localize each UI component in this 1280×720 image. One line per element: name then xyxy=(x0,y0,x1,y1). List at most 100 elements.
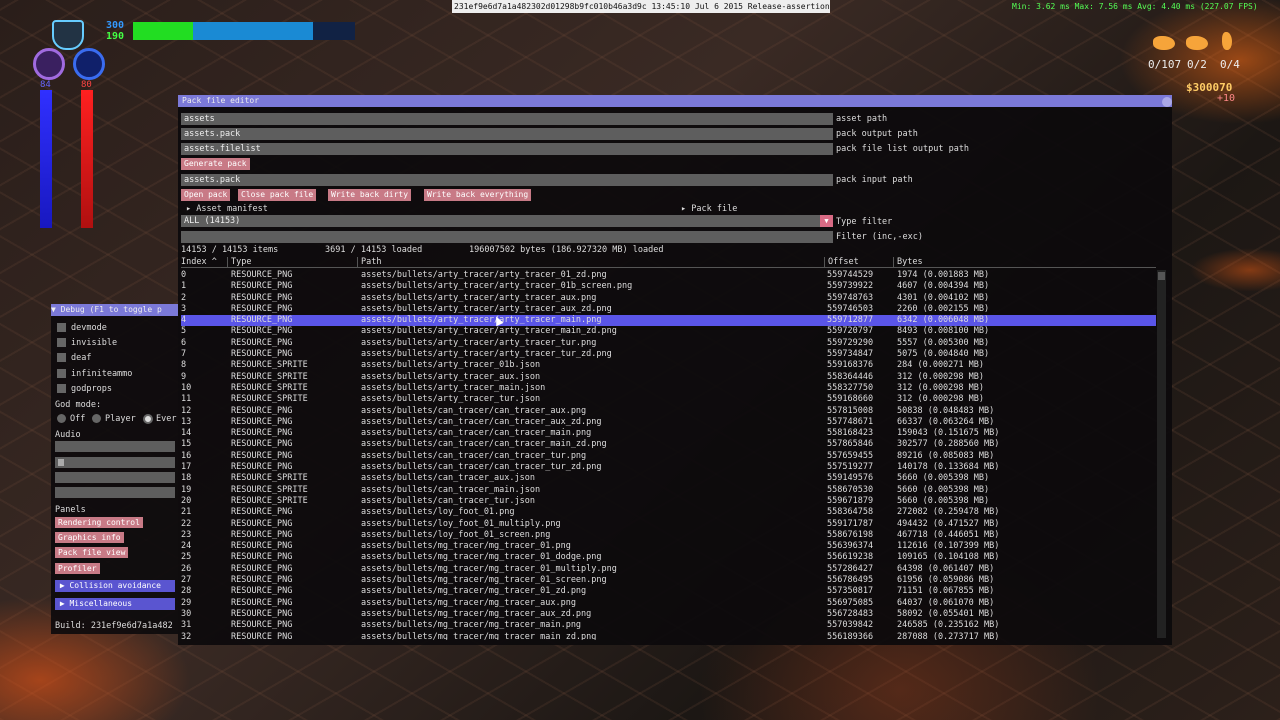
cell-type: RESOURCE_PNG xyxy=(231,575,293,586)
miscellaneous-header[interactable]: ▶ Miscellaneous xyxy=(55,598,175,610)
table-row[interactable]: 23 RESOURCE_PNG assets/bullets/loy_foot_01… xyxy=(181,530,1156,541)
cell-path: assets/bullets/can_tracer/can_tracer_mai… xyxy=(361,439,607,450)
godprops-checkbox[interactable] xyxy=(57,384,66,393)
table-row[interactable]: 32 RESOURCE_PNG assets/bullets/mg_tracer/m… xyxy=(181,632,1156,641)
table-row[interactable]: 27 RESOURCE_PNG assets/bullets/mg_tracer/m… xyxy=(181,575,1156,586)
table-row[interactable]: 13 RESOURCE_PNG assets/bullets/can_tracer/… xyxy=(181,417,1156,428)
close-pack-file-button[interactable]: Close pack file xyxy=(238,189,317,201)
cell-path: assets/bullets/arty_tracer/arty_tracer_m… xyxy=(361,326,617,337)
shield-value: 190 xyxy=(106,31,125,42)
debug-title: Debug (F1 to toggle p xyxy=(60,305,162,314)
table-row[interactable]: 4 RESOURCE_PNG assets/bullets/arty_tracer/… xyxy=(181,315,1156,327)
pack-editor-titlebar[interactable]: Pack file editor xyxy=(178,95,1172,107)
pack-input-path-input[interactable]: assets.pack xyxy=(181,174,833,186)
cell-bytes: 5660 (0.005398 MB) xyxy=(897,473,990,484)
asset-manifest-node[interactable]: ▸ Asset manifest xyxy=(186,204,268,214)
agent-icon-1 xyxy=(1153,36,1175,50)
table-row[interactable]: 22 RESOURCE_PNG assets/bullets/loy_foot_01… xyxy=(181,519,1156,530)
ability-hand-icon[interactable] xyxy=(33,48,65,80)
table-scrollbar[interactable] xyxy=(1157,270,1166,638)
cell-bytes: 4301 (0.004102 MB) xyxy=(897,292,990,303)
invisible-checkbox[interactable] xyxy=(57,338,66,347)
collision-avoidance-header[interactable]: ▶ Collision avoidance xyxy=(55,580,175,592)
pack-file-node[interactable]: ▸ Pack file xyxy=(681,204,737,214)
table-row[interactable]: 29 RESOURCE_PNG assets/bullets/mg_tracer/m… xyxy=(181,598,1156,609)
table-row[interactable]: 12 RESOURCE_PNG assets/bullets/can_tracer/… xyxy=(181,406,1156,417)
table-row[interactable]: 18 RESOURCE_SPRITE assets/bullets/can_trac… xyxy=(181,473,1156,484)
table-row[interactable]: 2 RESOURCE_PNG assets/bullets/arty_tracer/… xyxy=(181,293,1156,304)
table-row[interactable]: 19 RESOURCE_SPRITE assets/bullets/can_trac… xyxy=(181,485,1156,496)
deaf-checkbox[interactable] xyxy=(57,353,66,362)
table-row[interactable]: 17 RESOURCE_PNG assets/bullets/can_tracer/… xyxy=(181,462,1156,473)
cell-offset: 557039842 xyxy=(827,620,874,631)
cell-offset: 557519277 xyxy=(827,462,874,473)
table-row[interactable]: 26 RESOURCE_PNG assets/bullets/mg_tracer/m… xyxy=(181,564,1156,575)
ability-disabled-icon[interactable] xyxy=(73,48,105,80)
god-ever-radio[interactable] xyxy=(143,414,153,424)
table-row[interactable]: 30 RESOURCE_PNG assets/bullets/mg_tracer/m… xyxy=(181,609,1156,620)
table-row[interactable]: 5 RESOURCE_PNG assets/bullets/arty_tracer/… xyxy=(181,326,1156,337)
filter-input[interactable] xyxy=(181,231,833,243)
table-row[interactable]: 8 RESOURCE_SPRITE assets/bullets/arty_trac… xyxy=(181,360,1156,371)
cell-bytes: 467718 (0.446051 MB) xyxy=(897,529,1000,540)
audio-slider-1[interactable] xyxy=(55,441,175,452)
table-row[interactable]: 16 RESOURCE_PNG assets/bullets/can_tracer/… xyxy=(181,451,1156,462)
profiler-button[interactable]: Profiler xyxy=(55,563,100,574)
column-header-index[interactable]: Index ^ xyxy=(181,257,217,267)
chevron-down-icon[interactable]: ▼ xyxy=(820,215,833,227)
cell-offset: 556189366 xyxy=(827,631,874,641)
table-row[interactable]: 7 RESOURCE_PNG assets/bullets/arty_tracer/… xyxy=(181,349,1156,360)
table-row[interactable]: 10 RESOURCE_SPRITE assets/bullets/arty_tra… xyxy=(181,383,1156,394)
cell-index: 19 xyxy=(181,484,192,495)
panels-label: Panels xyxy=(55,505,86,515)
god-player-radio[interactable] xyxy=(92,414,101,423)
column-header-offset[interactable]: Offset xyxy=(828,257,859,267)
debug-titlebar[interactable]: ▼ Debug (F1 to toggle p xyxy=(51,304,178,316)
table-row[interactable]: 9 RESOURCE_SPRITE assets/bullets/arty_trac… xyxy=(181,372,1156,383)
devmode-checkbox[interactable] xyxy=(57,323,66,332)
table-row[interactable]: 21 RESOURCE_PNG assets/bullets/loy_foot_01… xyxy=(181,507,1156,518)
write-back-dirty-button[interactable]: Write back dirty xyxy=(328,189,412,201)
column-header-bytes[interactable]: Bytes xyxy=(897,257,923,267)
cell-offset: 556396374 xyxy=(827,541,874,552)
table-row[interactable]: 3 RESOURCE_PNG assets/bullets/arty_tracer/… xyxy=(181,304,1156,315)
cell-offset: 559746503 xyxy=(827,303,874,314)
table-row[interactable]: 25 RESOURCE_PNG assets/bullets/mg_tracer/m… xyxy=(181,552,1156,563)
audio-slider-3[interactable] xyxy=(55,472,175,483)
table-row[interactable]: 14 RESOURCE_PNG assets/bullets/can_tracer/… xyxy=(181,428,1156,439)
cell-type: RESOURCE_PNG xyxy=(231,281,293,292)
audio-slider-2[interactable] xyxy=(55,457,175,468)
god-off-radio[interactable] xyxy=(57,414,66,423)
close-icon[interactable] xyxy=(1162,97,1172,107)
type-filter-combo[interactable]: ALL (14153) xyxy=(181,215,820,227)
cell-type: RESOURCE_PNG xyxy=(231,541,293,552)
graphics-info-button[interactable]: Graphics info xyxy=(55,532,124,543)
table-row[interactable]: 6 RESOURCE_PNG assets/bullets/arty_tracer/… xyxy=(181,338,1156,349)
table-row[interactable]: 28 RESOURCE_PNG assets/bullets/mg_tracer/m… xyxy=(181,586,1156,597)
filelist-output-path-input[interactable]: assets.filelist xyxy=(181,143,833,155)
infiniteammo-checkbox[interactable] xyxy=(57,369,66,378)
table-row[interactable]: 1 RESOURCE_PNG assets/bullets/arty_tracer/… xyxy=(181,281,1156,292)
rendering-control-button[interactable]: Rendering control xyxy=(55,517,143,528)
stamina-gauge xyxy=(81,90,93,228)
write-back-everything-button[interactable]: Write back everything xyxy=(424,189,532,201)
right-gauge-value: 80 xyxy=(81,80,92,90)
table-row[interactable]: 31 RESOURCE_PNG assets/bullets/mg_tracer/m… xyxy=(181,620,1156,631)
pack-output-path-input[interactable]: assets.pack xyxy=(181,128,833,140)
table-row[interactable]: 24 RESOURCE_PNG assets/bullets/mg_tracer/m… xyxy=(181,541,1156,552)
column-header-type[interactable]: Type xyxy=(231,257,251,267)
open-pack-button[interactable]: Open pack xyxy=(181,189,231,201)
build-label: Build: 231ef9e6d7a1a482 xyxy=(55,621,173,631)
table-row[interactable]: 0 RESOURCE_PNG assets/bullets/arty_tracer/… xyxy=(181,270,1156,281)
audio-slider-4[interactable] xyxy=(55,487,175,498)
table-row[interactable]: 20 RESOURCE_SPRITE assets/bullets/can_trac… xyxy=(181,496,1156,507)
column-header-path[interactable]: Path xyxy=(361,257,381,267)
generate-pack-button[interactable]: Generate pack xyxy=(181,158,250,170)
table-row[interactable]: 15 RESOURCE_PNG assets/bullets/can_tracer/… xyxy=(181,439,1156,450)
asset-path-input[interactable]: assets xyxy=(181,113,833,125)
scrollbar-thumb[interactable] xyxy=(1158,272,1165,280)
table-row[interactable]: 11 RESOURCE_SPRITE assets/bullets/arty_tra… xyxy=(181,394,1156,405)
cell-offset: 559671879 xyxy=(827,495,874,506)
slider-handle[interactable] xyxy=(58,459,64,466)
pack-file-view-button[interactable]: Pack file view xyxy=(55,547,129,558)
